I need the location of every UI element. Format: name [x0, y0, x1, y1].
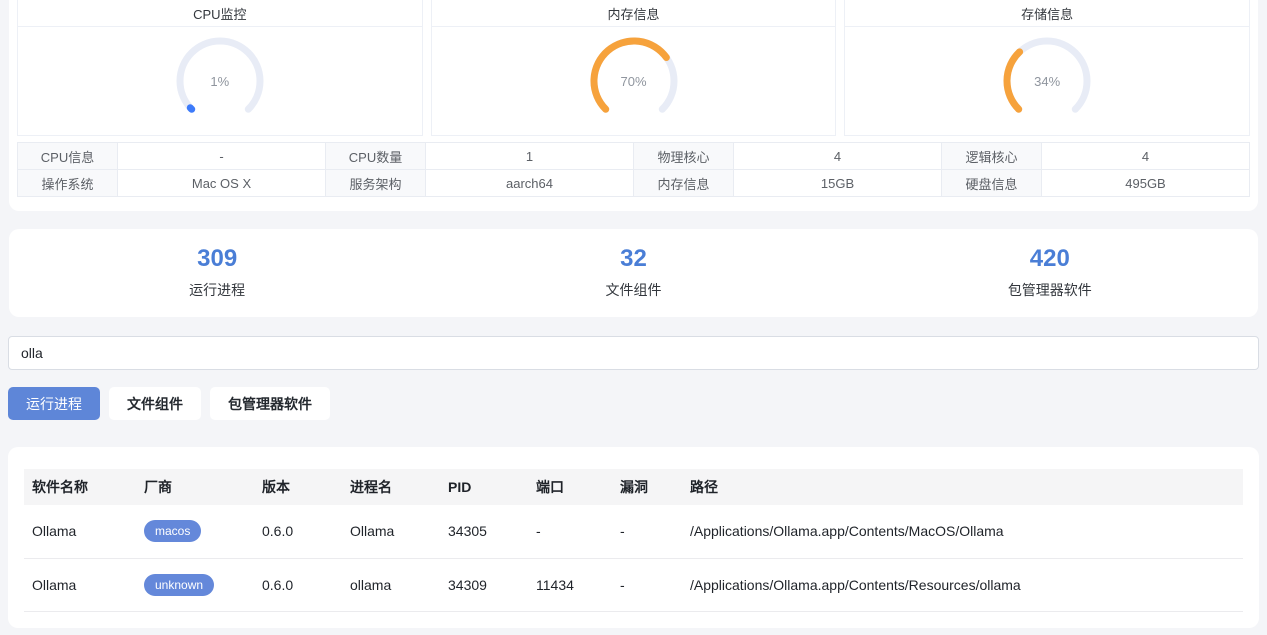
- table-row: Ollama macos 0.6.0 Ollama 34305 - - /App…: [24, 505, 1243, 558]
- cell-port: 11434: [528, 558, 612, 611]
- stat-running-processes: 309 运行进程: [9, 247, 425, 300]
- cpu-gauge-chart: 1%: [170, 31, 270, 131]
- cell-path: /Applications/Ollama.app/Contents/MacOS/…: [682, 505, 1243, 558]
- info-value: 15GB: [734, 170, 942, 197]
- system-info-row: 操作系统 Mac OS X 服务架构 aarch64 内存信息 15GB 硬盘信…: [18, 170, 1250, 197]
- cell-pid: 34309: [440, 558, 528, 611]
- system-monitor-card: CPU监控 1% 内存信息 70%: [9, 0, 1258, 211]
- cell-port: -: [528, 505, 612, 558]
- cpu-gauge-panel: CPU监控 1%: [17, 0, 423, 136]
- cell-version: 0.6.0: [254, 505, 342, 558]
- info-value: aarch64: [426, 170, 634, 197]
- storage-gauge-panel: 存储信息 34%: [844, 0, 1250, 136]
- stat-value: 32: [425, 247, 841, 271]
- cell-software-name: Ollama: [24, 558, 136, 611]
- gauge-row: CPU监控 1% 内存信息 70%: [17, 0, 1250, 136]
- col-vulnerability: 漏洞: [612, 469, 682, 505]
- info-value: 4: [1042, 143, 1250, 170]
- stat-value: 309: [9, 247, 425, 271]
- info-label: 硬盘信息: [942, 170, 1042, 197]
- cell-vendor: macos: [136, 505, 254, 558]
- info-value: 4: [734, 143, 942, 170]
- col-vendor: 厂商: [136, 469, 254, 505]
- storage-gauge-title: 存储信息: [845, 0, 1249, 27]
- system-info-table: CPU信息 - CPU数量 1 物理核心 4 逻辑核心 4 操作系统 Mac O…: [17, 142, 1250, 197]
- cell-path: /Applications/Ollama.app/Contents/Resour…: [682, 558, 1243, 611]
- tab-running-processes[interactable]: 运行进程: [8, 387, 100, 420]
- vendor-badge: unknown: [144, 574, 214, 596]
- info-label: 内存信息: [634, 170, 734, 197]
- storage-gauge-value: 34%: [997, 31, 1097, 131]
- info-value: 495GB: [1042, 170, 1250, 197]
- stat-label: 运行进程: [9, 280, 425, 300]
- tab-package-manager-software[interactable]: 包管理器软件: [210, 387, 330, 420]
- info-value: -: [118, 143, 326, 170]
- col-version: 版本: [254, 469, 342, 505]
- memory-gauge-value: 70%: [584, 31, 684, 131]
- cell-version: 0.6.0: [254, 558, 342, 611]
- cell-vulnerability: -: [612, 558, 682, 611]
- col-path: 路径: [682, 469, 1243, 505]
- cell-process-name: Ollama: [342, 505, 440, 558]
- col-port: 端口: [528, 469, 612, 505]
- info-label: CPU数量: [326, 143, 426, 170]
- col-process-name: 进程名: [342, 469, 440, 505]
- cell-vendor: unknown: [136, 558, 254, 611]
- software-table-header-row: 软件名称 厂商 版本 进程名 PID 端口 漏洞 路径: [24, 469, 1243, 505]
- info-label: 操作系统: [18, 170, 118, 197]
- cell-process-name: ollama: [342, 558, 440, 611]
- memory-gauge-title: 内存信息: [432, 0, 836, 27]
- storage-gauge-chart: 34%: [997, 31, 1097, 131]
- info-value: 1: [426, 143, 634, 170]
- cpu-gauge-title: CPU监控: [18, 0, 422, 27]
- stat-value: 420: [842, 247, 1258, 271]
- info-label: 服务架构: [326, 170, 426, 197]
- cell-pid: 34305: [440, 505, 528, 558]
- stat-file-components: 32 文件组件: [425, 247, 841, 300]
- cell-software-name: Ollama: [24, 505, 136, 558]
- info-label: 物理核心: [634, 143, 734, 170]
- system-info-row: CPU信息 - CPU数量 1 物理核心 4 逻辑核心 4: [18, 143, 1250, 170]
- memory-gauge-chart: 70%: [584, 31, 684, 131]
- stat-package-manager-software: 420 包管理器软件: [842, 247, 1258, 300]
- info-label: CPU信息: [18, 143, 118, 170]
- table-row: Ollama unknown 0.6.0 ollama 34309 11434 …: [24, 558, 1243, 611]
- search-row: [8, 336, 1259, 370]
- vendor-badge: macos: [144, 520, 201, 542]
- col-software-name: 软件名称: [24, 469, 136, 505]
- info-value: Mac OS X: [118, 170, 326, 197]
- cpu-gauge-value: 1%: [170, 31, 270, 131]
- cell-vulnerability: -: [612, 505, 682, 558]
- category-tabs: 运行进程 文件组件 包管理器软件: [8, 387, 1259, 420]
- search-input[interactable]: [8, 336, 1259, 370]
- info-label: 逻辑核心: [942, 143, 1042, 170]
- summary-stats-card: 309 运行进程 32 文件组件 420 包管理器软件: [9, 229, 1258, 317]
- software-table-card: 软件名称 厂商 版本 进程名 PID 端口 漏洞 路径 Ollama macos…: [8, 447, 1259, 628]
- stat-label: 包管理器软件: [842, 280, 1258, 300]
- col-pid: PID: [440, 469, 528, 505]
- stat-label: 文件组件: [425, 280, 841, 300]
- tab-file-components[interactable]: 文件组件: [109, 387, 201, 420]
- memory-gauge-panel: 内存信息 70%: [431, 0, 837, 136]
- software-table: 软件名称 厂商 版本 进程名 PID 端口 漏洞 路径 Ollama macos…: [24, 469, 1243, 612]
